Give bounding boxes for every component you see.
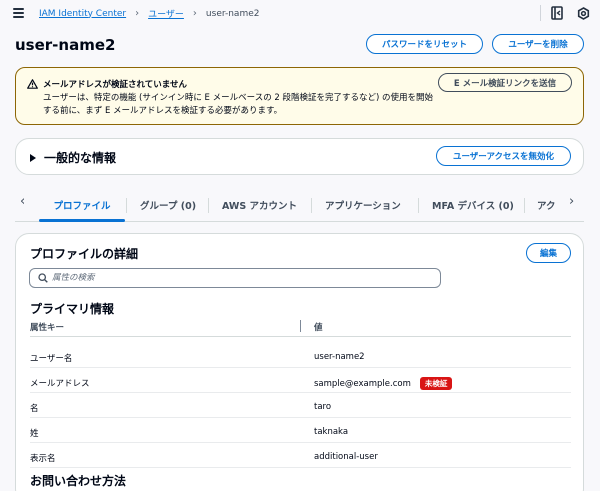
attribute-value: additional-user	[314, 452, 378, 462]
tab-profile[interactable]: プロファイル	[39, 190, 125, 222]
top-navigation: IAM Identity Center › ユーザー › user-name2	[0, 0, 600, 28]
chevron-right-icon[interactable]: ›	[569, 194, 574, 209]
table-row: 名 taro	[30, 394, 571, 418]
tab-aws-accounts[interactable]: AWS アカウント	[222, 190, 297, 220]
profile-details-panel: プロファイルの詳細 編集 プライマリ情報 属性キー 値 ユーザー名 user-n…	[15, 233, 584, 491]
attribute-key: ユーザー名	[30, 354, 73, 364]
reset-password-button[interactable]: パスワードをリセット	[366, 34, 483, 54]
delete-user-button[interactable]: ユーザーを削除	[492, 34, 584, 54]
chevron-right-icon: ›	[135, 7, 140, 19]
edit-button[interactable]: 編集	[526, 243, 571, 263]
attribute-value: sample@example.com 未検証	[314, 377, 453, 390]
caret-right-icon	[30, 153, 36, 162]
breadcrumb-users[interactable]: ユーザー	[148, 7, 184, 20]
disable-user-access-button[interactable]: ユーザーアクセスを無効化	[436, 146, 571, 166]
tab-divider	[208, 198, 209, 213]
status-badge: 未検証	[419, 377, 453, 390]
table-row: ユーザー名 user-name2	[30, 344, 571, 368]
tab-access[interactable]: アク	[537, 190, 563, 220]
send-verification-email-button[interactable]: E メール検証リンクを送信	[438, 73, 572, 92]
search-icon	[38, 273, 48, 283]
attribute-value: user-name2	[314, 352, 365, 362]
top-tools	[540, 5, 590, 21]
breadcrumb-current: user-name2	[205, 8, 260, 19]
tab-mfa-devices[interactable]: MFA デバイス (0)	[432, 190, 514, 220]
general-info-toggle[interactable]: 一般的な情報	[30, 149, 116, 166]
tab-groups[interactable]: グループ (0)	[140, 190, 196, 220]
general-info-panel: 一般的な情報 ユーザーアクセスを無効化	[15, 138, 584, 175]
column-resizer[interactable]	[300, 320, 301, 332]
attribute-key: 表示名	[30, 454, 56, 464]
table-row: メールアドレス sample@example.com 未検証	[30, 369, 571, 393]
primary-info-title: プライマリ情報	[30, 302, 115, 316]
value-text: taro	[314, 402, 332, 412]
tab-divider	[311, 198, 312, 213]
exit-panel-icon[interactable]	[551, 6, 563, 20]
page-title: user-name2	[15, 36, 116, 54]
attribute-value: taknaka	[314, 427, 348, 437]
tab-bar: ‹ プロファイル グループ (0) AWS アカウント アプリケーション MFA…	[15, 190, 584, 222]
search-input[interactable]	[52, 273, 432, 283]
breadcrumb: IAM Identity Center › ユーザー › user-name2	[39, 7, 259, 20]
table-row: 表示名 additional-user	[30, 444, 571, 468]
value-text: taknaka	[314, 427, 349, 437]
general-info-title: 一般的な情報	[44, 151, 117, 165]
alert-title: メールアドレスが検証されていません	[43, 80, 187, 90]
attribute-key: 姓	[30, 429, 39, 439]
tab-divider	[524, 198, 525, 213]
column-header-key: 属性キー	[30, 323, 65, 333]
alert-message: ユーザーは、特定の機能 (サインイン時に E メールベースの 2 段階検証を完了…	[43, 93, 434, 116]
contact-methods-title: お問い合わせ方法	[30, 474, 127, 488]
menu-icon[interactable]	[13, 8, 24, 18]
attribute-search[interactable]	[29, 268, 441, 288]
divider	[540, 5, 541, 21]
warning-icon	[27, 79, 38, 92]
breadcrumb-identity-center[interactable]: IAM Identity Center	[39, 9, 126, 19]
email-unverified-alert: メールアドレスが検証されていません ユーザーは、特定の機能 (サインイン時に E…	[15, 67, 584, 125]
settings-icon[interactable]	[577, 6, 590, 20]
attribute-value: taro	[314, 402, 331, 412]
table-header: 属性キー 値	[30, 319, 571, 337]
attribute-key: メールアドレス	[30, 379, 90, 389]
chevron-left-icon[interactable]: ‹	[20, 194, 25, 209]
attribute-key: 名	[30, 404, 39, 414]
chevron-right-icon: ›	[192, 7, 197, 19]
tab-divider	[418, 198, 419, 213]
tab-applications[interactable]: アプリケーション	[325, 190, 401, 220]
tab-divider	[126, 198, 127, 213]
table-row: 姓 taknaka	[30, 419, 571, 443]
value-text: user-name2	[314, 352, 365, 362]
profile-details-title: プロファイルの詳細	[30, 247, 139, 261]
value-text: additional-user	[314, 452, 378, 462]
column-header-value: 値	[314, 323, 323, 333]
value-text: sample@example.com	[314, 378, 411, 389]
